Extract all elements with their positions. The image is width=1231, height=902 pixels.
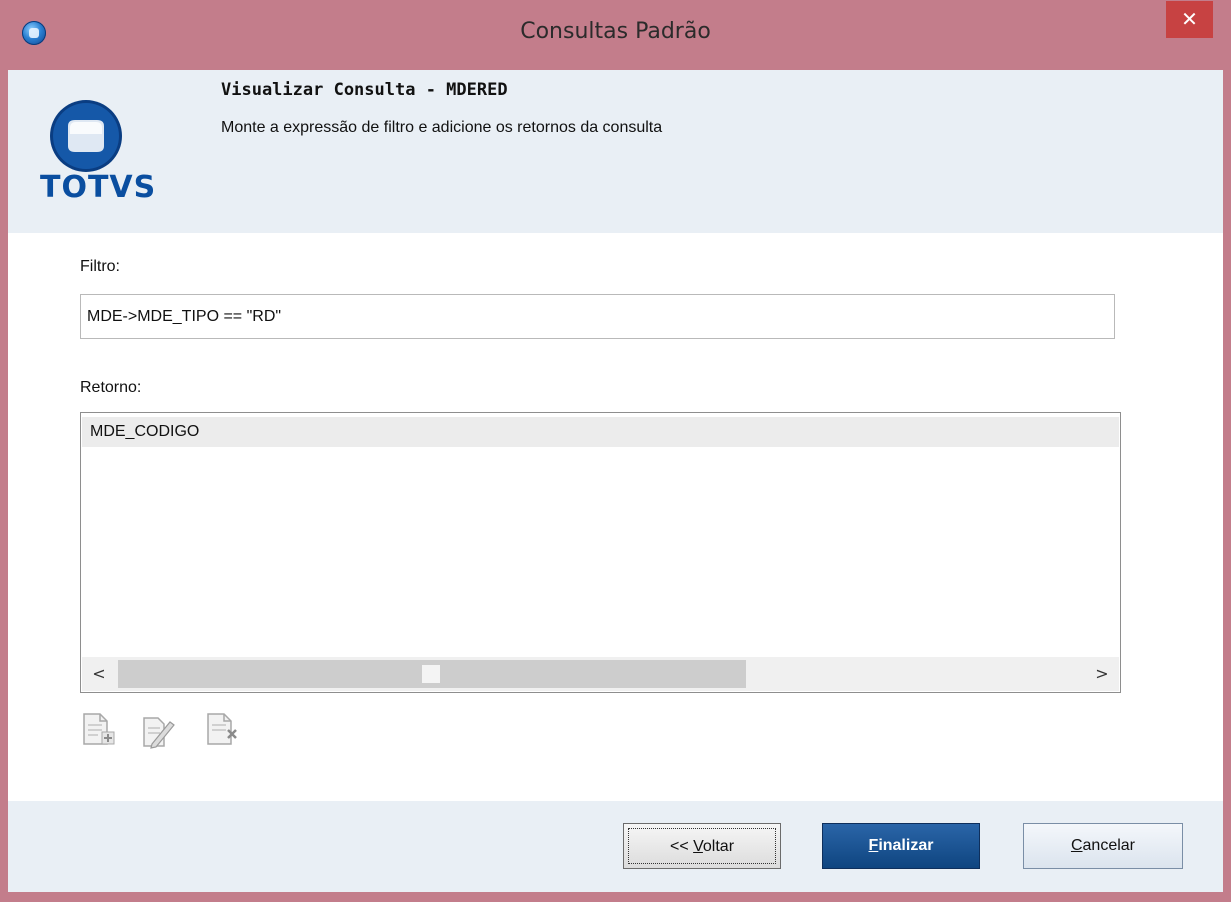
cancel-button[interactable]: Cancelar [1023,823,1183,869]
back-button[interactable]: << Voltar [623,823,781,869]
logo-text: TOTVS [40,170,157,205]
window-title: Consultas Padrão [520,19,711,44]
horizontal-scrollbar[interactable]: < > [82,657,1119,691]
filter-input[interactable] [80,294,1115,339]
close-icon: ✕ [1181,7,1198,31]
title-bar[interactable]: Consultas Padrão ✕ [0,0,1231,70]
totvs-logo-icon [50,100,122,172]
scrollbar-thumb[interactable] [422,665,440,683]
remove-document-icon[interactable] [204,710,240,750]
retorno-label: Retorno: [80,379,142,396]
scroll-left-icon[interactable]: < [82,657,116,691]
scroll-right-icon[interactable]: > [1085,657,1119,691]
retorno-list[interactable]: MDE_CODIGO < > [80,412,1121,693]
filter-label: Filtro: [80,258,120,275]
wizard-header: TOTVS Visualizar Consulta - MDERED Monte… [8,70,1223,233]
close-button[interactable]: ✕ [1166,1,1213,38]
list-item[interactable]: MDE_CODIGO [82,417,1119,447]
dialog-body: TOTVS Visualizar Consulta - MDERED Monte… [8,70,1223,892]
edit-document-icon[interactable] [140,710,176,750]
add-document-icon[interactable] [80,710,116,750]
page-subtitle: Monte a expressão de filtro e adicione o… [221,119,663,136]
finish-button[interactable]: Finalizar [822,823,980,869]
dialog-window: Consultas Padrão ✕ TOTVS Visualizar Cons… [0,0,1231,902]
page-title: Visualizar Consulta - MDERED [221,80,508,100]
back-button-label: << Voltar [628,828,776,864]
